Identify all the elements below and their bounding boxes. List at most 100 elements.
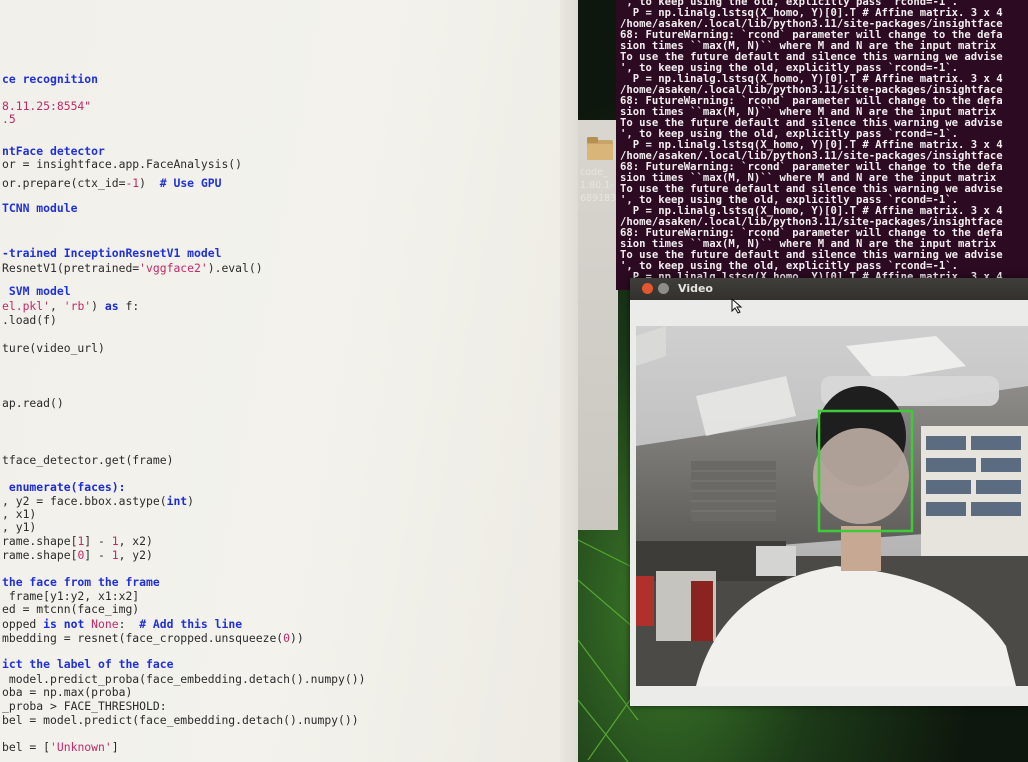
code-token: -trained InceptionResnetV1 model bbox=[2, 246, 222, 260]
code-token: enumerate(faces): bbox=[2, 480, 126, 494]
code-token: rame.shape[ bbox=[2, 548, 78, 562]
code-token: ce recognition bbox=[2, 72, 99, 86]
editor-edge bbox=[560, 0, 578, 762]
code-token: SVM model bbox=[2, 284, 71, 298]
code-token: ntFace detector bbox=[2, 144, 105, 158]
code-token: el.pkl' bbox=[2, 299, 51, 313]
code-token: ture(video_url) bbox=[2, 341, 105, 355]
code-line: _proba > FACE_THRESHOLD: bbox=[2, 700, 167, 712]
code-token: f: bbox=[118, 299, 140, 313]
close-icon[interactable] bbox=[642, 283, 653, 294]
code-token: ) bbox=[91, 299, 105, 313]
video-frame bbox=[636, 326, 1028, 686]
code-token: 8.11.25:8554" bbox=[2, 99, 92, 113]
code-token: is not bbox=[43, 617, 85, 631]
code-line: ed = mtcnn(face_img) bbox=[2, 603, 139, 615]
code-line: .load(f) bbox=[2, 314, 57, 326]
code-line: tface_detector.get(frame) bbox=[2, 454, 173, 466]
file-label-line-2: 1.80.1- bbox=[580, 180, 614, 191]
code-token: ) bbox=[139, 176, 160, 190]
code-line: mbedding = resnet(face_cropped.unsqueeze… bbox=[2, 632, 304, 644]
code-token: bel = [ bbox=[2, 740, 51, 754]
code-line: or.prepare(ctx_id=-1) # Use GPU bbox=[2, 177, 221, 189]
code-line: ict the label of the face bbox=[2, 658, 173, 670]
mouse-cursor-icon bbox=[731, 298, 743, 314]
video-window-titlebar[interactable]: Video bbox=[630, 278, 1028, 300]
code-line: TCNN module bbox=[2, 202, 77, 214]
code-line: , y1) bbox=[2, 521, 36, 533]
code-token: ResnetV1(pretrained= bbox=[2, 261, 140, 275]
code-line: 8.11.25:8554" bbox=[2, 100, 91, 112]
camera-image bbox=[636, 326, 1028, 686]
code-line: SVM model bbox=[2, 285, 71, 297]
code-token: .load(f) bbox=[2, 313, 57, 327]
code-token: model.predict_proba(face_embedding.detac… bbox=[2, 672, 366, 686]
code-token: None bbox=[91, 617, 119, 631]
code-line: the face from the frame bbox=[2, 576, 160, 588]
code-line: opped is not None: # Add this line bbox=[2, 618, 242, 630]
code-line: -trained InceptionResnetV1 model bbox=[2, 247, 221, 259]
video-window-title: Video bbox=[678, 282, 713, 295]
code-token: ] bbox=[111, 740, 119, 754]
code-token: ] - bbox=[84, 548, 112, 562]
code-token: rame.shape[ bbox=[2, 534, 78, 548]
code-token: oba = np.max(proba) bbox=[2, 685, 133, 699]
code-token: , bbox=[50, 299, 64, 313]
file-label-line-1: code_ bbox=[580, 167, 608, 178]
code-token: 'vggface2' bbox=[139, 261, 208, 275]
code-line: oba = np.max(proba) bbox=[2, 686, 132, 698]
code-token: ).eval() bbox=[207, 261, 263, 275]
code-token: ] - bbox=[84, 534, 112, 548]
terminal-window[interactable]: ', to keep using the old, explicitly pas… bbox=[616, 0, 1028, 290]
code-token: bel = model.predict(face_embedding.detac… bbox=[2, 713, 359, 727]
code-token: # Use GPU bbox=[159, 176, 222, 190]
code-token: ict the label of the face bbox=[2, 657, 174, 671]
code-token: frame[y1:y2, x1:x2] bbox=[2, 589, 140, 603]
code-token: 'Unknown' bbox=[50, 740, 112, 754]
code-token: 0 bbox=[283, 631, 291, 645]
folder-icon[interactable] bbox=[586, 134, 614, 162]
code-line: ture(video_url) bbox=[2, 342, 105, 354]
code-token: , y1) bbox=[2, 520, 37, 534]
code-token: _proba > FACE_THRESHOLD: bbox=[2, 699, 167, 713]
code-token: : bbox=[118, 617, 140, 631]
code-line: rame.shape[1] - 1, x2) bbox=[2, 535, 153, 547]
code-line: el.pkl', 'rb') as f: bbox=[2, 300, 139, 312]
blurred-face bbox=[813, 428, 909, 524]
code-token: mbedding = resnet(face_cropped.unsqueeze… bbox=[2, 631, 284, 645]
code-line: enumerate(faces): bbox=[2, 480, 126, 494]
code-token: .5 bbox=[2, 112, 16, 126]
code-token: )) bbox=[290, 631, 304, 645]
code-line: , x1) bbox=[2, 508, 36, 520]
code-token: , y2 = face.bbox.astype( bbox=[2, 494, 167, 508]
file-label[interactable]: code_ 1.80.1- 6891835 bbox=[580, 166, 622, 205]
code-token: , x1) bbox=[2, 507, 37, 521]
code-token: ap.read() bbox=[2, 396, 64, 410]
code-line: rame.shape[0] - 1, y2) bbox=[2, 549, 153, 561]
video-window[interactable]: Video bbox=[630, 278, 1028, 706]
code-line: ntFace detector bbox=[2, 145, 105, 157]
code-line: ce recognition bbox=[2, 73, 98, 85]
red-chair bbox=[636, 576, 654, 626]
minimize-icon[interactable] bbox=[658, 283, 669, 294]
code-token: TCNN module bbox=[2, 201, 78, 215]
code-token: ) bbox=[187, 494, 195, 508]
code-token: 'rb' bbox=[63, 299, 92, 313]
code-editor[interactable]: ce recognition 8.11.25:8554" .5 ntFace dete… bbox=[0, 0, 578, 762]
code-line: or = insightface.app.FaceAnalysis() bbox=[2, 158, 242, 170]
code-token: , x2) bbox=[118, 534, 153, 548]
code-token: the face from the frame bbox=[2, 575, 160, 589]
code-token: or.prepare(ctx_id= bbox=[2, 176, 126, 190]
code-token: -1 bbox=[125, 176, 140, 190]
code-line: bel = model.predict(face_embedding.detac… bbox=[2, 714, 359, 726]
code-line: ResnetV1(pretrained='vggface2').eval() bbox=[2, 262, 263, 274]
code-token: , y2) bbox=[118, 548, 153, 562]
code-token: # Add this line bbox=[139, 617, 243, 631]
code-token: or = insightface.app.FaceAnalysis() bbox=[2, 157, 243, 171]
code-token: tface_detector.get(frame) bbox=[2, 453, 174, 467]
code-token: 1 bbox=[111, 548, 119, 562]
code-line: .5 bbox=[2, 113, 16, 125]
code-token: int bbox=[166, 494, 188, 508]
code-token: opped bbox=[2, 617, 44, 631]
code-token: ed = mtcnn(face_img) bbox=[2, 602, 140, 616]
